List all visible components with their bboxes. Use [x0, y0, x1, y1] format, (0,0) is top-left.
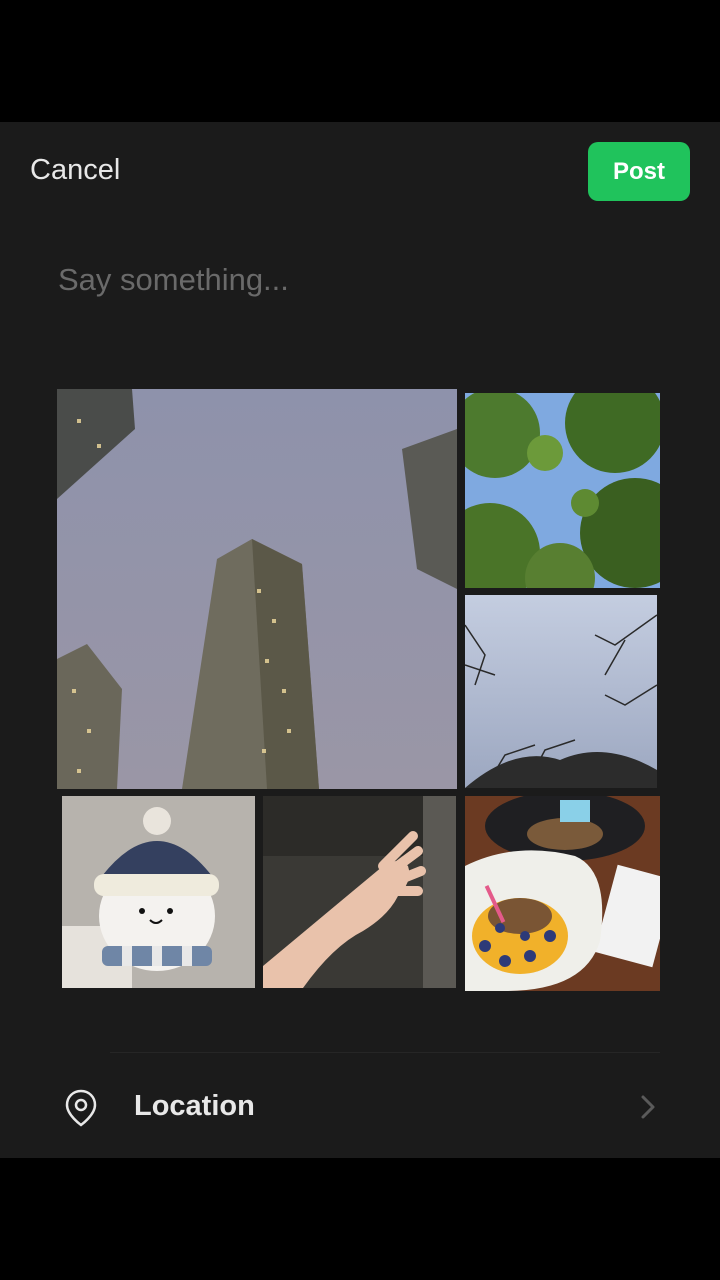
location-pin-icon: [65, 1089, 97, 1127]
photo-tile-1[interactable]: [57, 389, 457, 789]
location-row[interactable]: Location: [0, 1072, 720, 1144]
chevron-right-icon: [641, 1095, 655, 1119]
cancel-button[interactable]: Cancel: [30, 154, 120, 187]
divider: [110, 1052, 660, 1053]
compose-sheet: Cancel Post Say something... Location: [0, 122, 720, 1158]
location-label: Location: [134, 1090, 255, 1122]
photo-tile-4[interactable]: [62, 796, 255, 988]
photo-tile-3[interactable]: [465, 595, 657, 788]
caption-input[interactable]: [58, 254, 658, 306]
photo-tile-2[interactable]: [465, 393, 660, 588]
photo-tile-6[interactable]: [465, 796, 660, 991]
post-button[interactable]: Post: [588, 142, 690, 201]
photo-tile-5[interactable]: [263, 796, 456, 988]
